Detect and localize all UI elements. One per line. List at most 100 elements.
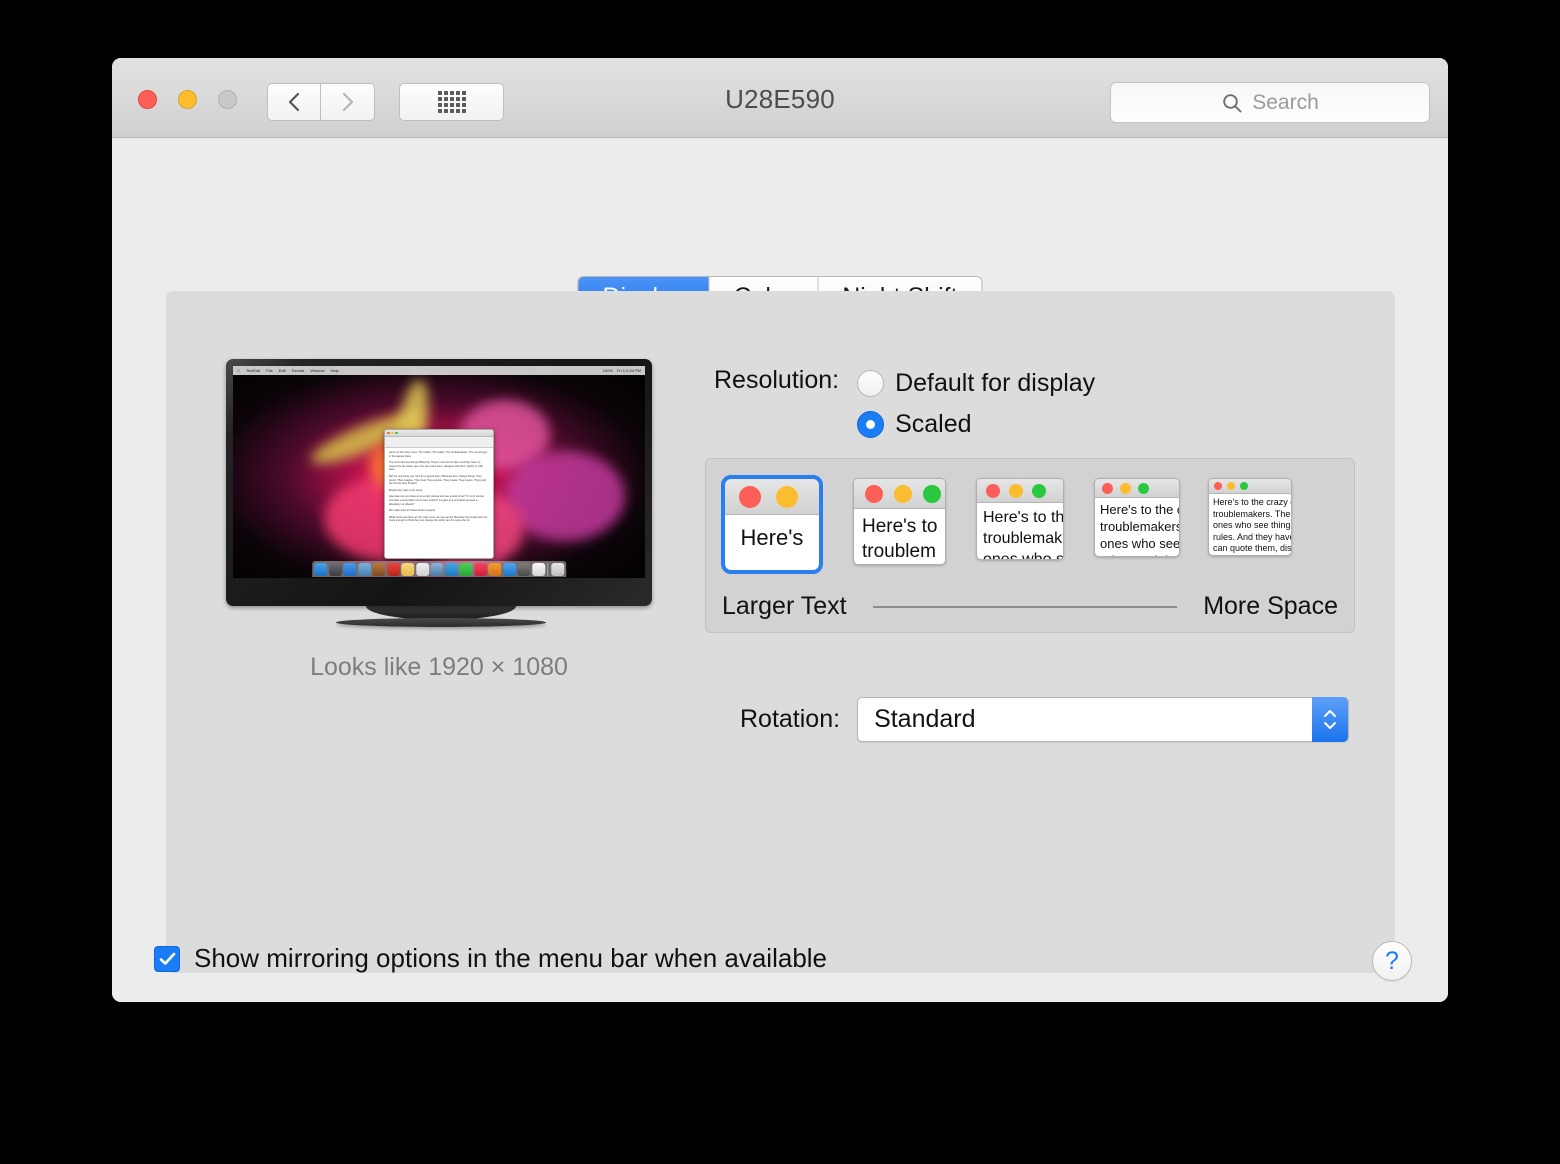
monitor-screen:  TextEdit File Edit Format Window Help … <box>233 366 645 578</box>
thumb-titlebar <box>725 479 819 515</box>
resolution-option-3[interactable]: Here's to th troublemak ones who s <box>976 478 1064 560</box>
slider-track[interactable] <box>872 605 1178 608</box>
search-placeholder: Search <box>1252 90 1319 114</box>
thumb-line: troublemak <box>983 530 1063 547</box>
doc-paragraph: But the only thing you can't do is ignor… <box>389 474 487 486</box>
resolution-option-5[interactable]: Here's to the crazy one troublemakers. T… <box>1208 478 1292 556</box>
slider-left-label: Larger Text <box>722 592 847 620</box>
menu-item: Edit <box>275 368 286 373</box>
display-preview:  TextEdit File Edit Format Window Help … <box>226 359 656 682</box>
minimize-icon <box>1120 482 1131 494</box>
rotation-select[interactable]: Standard <box>857 697 1350 742</box>
doc-paragraph: We make tools for these kinds of people. <box>389 509 436 513</box>
ibooks-icon <box>488 563 502 576</box>
menu-item: Window <box>307 368 324 373</box>
preview-zoom-icon <box>395 431 398 435</box>
radio-label: Default for display <box>895 369 1096 397</box>
doc-paragraph: While some see them as the crazy ones, w… <box>389 515 488 523</box>
minimize-icon <box>776 485 798 508</box>
system-preferences-icon <box>517 563 531 576</box>
close-icon <box>1214 482 1222 490</box>
window-titlebar: U28E590 Search <box>112 58 1448 138</box>
resolution-option-2[interactable]: Here's to troublem <box>853 478 946 565</box>
thumb-text: Here's <box>725 515 819 551</box>
resolution-option-4[interactable]: Here's to the cr troublemakers. ones who… <box>1094 478 1180 557</box>
appstore-icon <box>502 563 516 576</box>
radio-button-icon[interactable] <box>857 411 885 438</box>
rotation-stepper[interactable] <box>1312 697 1349 742</box>
facetime-icon <box>459 563 473 576</box>
display-preferences-window: U28E590 Search Display Color Night Shift <box>112 58 1448 1002</box>
thumb-line: ones who see t <box>1100 536 1179 551</box>
mirroring-label: Show mirroring options in the menu bar w… <box>194 943 828 973</box>
radio-default-for-display[interactable]: Default for display <box>857 363 1095 404</box>
preview-textedit-window: Here's to the crazy ones. The misfits. T… <box>384 429 494 559</box>
preview-menubar:  TextEdit File Edit Format Window Help … <box>233 366 645 375</box>
resolution-label: Resolution: <box>714 366 840 394</box>
doc-paragraph: The ones who see things differently. The… <box>389 461 484 472</box>
menubar-clock: Fri 1:2:34 PM <box>616 368 641 373</box>
resolution-thumbnails: Here's Here's to troublem Here's to th t… <box>721 475 1344 574</box>
contacts-icon <box>372 563 386 576</box>
thumb-line: ones who see things dif <box>1213 520 1291 530</box>
search-field[interactable]: Search <box>1110 82 1430 123</box>
preview-minimize-icon <box>391 431 394 435</box>
help-button[interactable]: ? <box>1372 941 1412 981</box>
zoom-icon <box>1138 482 1149 494</box>
preview-close-icon <box>387 431 390 435</box>
resolution-options: Default for display Scaled <box>857 363 1095 445</box>
thumb-text: Here's to troublem <box>854 509 945 564</box>
thumb-text: Here's to th troublemak ones who s <box>977 503 1063 559</box>
monitor-base <box>336 618 546 627</box>
checkmark-icon <box>159 952 175 965</box>
scaling-slider[interactable]: Larger Text More Space <box>722 592 1338 621</box>
preview-dock <box>312 561 566 577</box>
thumb-line: Here's <box>740 525 804 550</box>
mirroring-checkbox[interactable] <box>154 945 180 972</box>
textedit-icon <box>531 563 545 576</box>
thumb-line: Here's to the crazy one <box>1213 497 1291 507</box>
minimize-icon <box>894 484 912 503</box>
window-body: Display Color Night Shift <box>112 138 1448 1002</box>
menu-item: Help <box>327 368 339 373</box>
calendar-icon <box>386 563 400 576</box>
preview-textedit-titlebar <box>385 430 493 437</box>
thumb-titlebar <box>1095 479 1179 498</box>
mirroring-checkbox-row[interactable]: Show mirroring options in the menu bar w… <box>154 943 827 974</box>
monitor-bezel:  TextEdit File Edit Format Window Help … <box>226 359 652 606</box>
thumb-line: Here's to the cr <box>1100 502 1179 517</box>
radio-scaled[interactable]: Scaled <box>857 404 1095 445</box>
photos-icon <box>430 563 444 576</box>
preview-toolbar <box>385 437 493 448</box>
doc-paragraph: How else can you stare at an empty canva… <box>389 495 485 506</box>
rotation-value: Standard <box>874 705 976 733</box>
trash-icon <box>550 563 564 576</box>
preview-document-text: Here's to the crazy ones. The misfits. T… <box>385 448 493 529</box>
doc-paragraph: Here's to the crazy ones. The misfits. T… <box>389 451 488 458</box>
thumb-line: rules. And they <box>1100 552 1179 556</box>
thumb-text: Here's to the cr troublemakers. ones who… <box>1095 498 1179 556</box>
resolution-section: Resolution: Default for display Scaled <box>714 363 1095 445</box>
radio-label: Scaled <box>895 410 972 438</box>
finder-icon <box>314 563 328 576</box>
itunes-icon <box>473 563 487 576</box>
mail-icon <box>357 563 371 576</box>
thumb-line: Here's to <box>862 516 938 537</box>
thumb-line: troublem <box>862 541 936 562</box>
resolution-option-1[interactable]: Here's <box>721 475 823 574</box>
close-icon <box>1102 482 1113 494</box>
menu-item: TextEdit <box>243 368 260 373</box>
zoom-icon <box>1240 482 1248 490</box>
menu-item: Format <box>288 368 305 373</box>
launchpad-icon <box>328 563 342 576</box>
thumb-titlebar <box>977 479 1063 503</box>
rotation-section: Rotation: Standard <box>740 697 1350 742</box>
slider-right-label: More Space <box>1203 592 1338 620</box>
display-settings-panel:  TextEdit File Edit Format Window Help … <box>166 291 1395 973</box>
thumb-line: can quote them, disagre <box>1213 543 1291 553</box>
minimize-icon <box>1227 482 1235 490</box>
close-icon <box>986 483 1000 498</box>
menubar-status: 100% <box>602 368 613 373</box>
close-icon <box>739 485 761 508</box>
radio-button-icon[interactable] <box>857 370 885 397</box>
